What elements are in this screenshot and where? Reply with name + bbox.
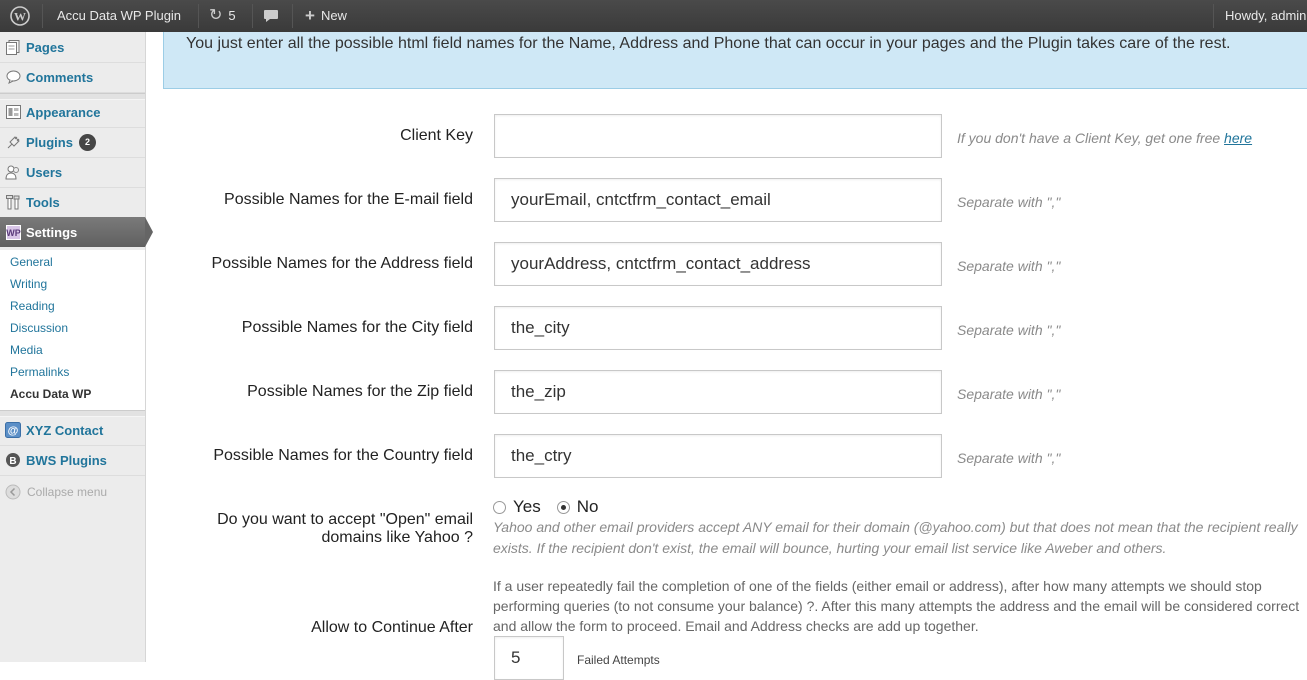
new-content-link[interactable]: + New [305, 0, 347, 32]
comments-bubble-icon[interactable] [263, 0, 279, 32]
submenu-general[interactable]: General [10, 255, 53, 269]
country-names-input[interactable] [494, 434, 942, 478]
settings-icon: WP [5, 224, 21, 240]
tools-icon [5, 194, 21, 210]
zip-field-label: Possible Names for the Zip field [247, 383, 473, 400]
comments-icon [5, 69, 21, 85]
pages-icon [5, 39, 21, 55]
updates-icon: ↻ [209, 7, 223, 24]
current-menu-arrow [145, 217, 153, 247]
zip-separator-hint: Separate with "," [957, 386, 1061, 402]
open-email-radio-group: Yes No [493, 497, 598, 517]
country-field-label: Possible Names for the Country field [213, 447, 473, 464]
wordpress-logo-icon[interactable]: W [10, 0, 30, 32]
bws-icon: B [5, 452, 21, 468]
menu-item-appearance[interactable]: Appearance [0, 97, 145, 128]
open-email-desc-line1: Yahoo and other email providers accept A… [493, 519, 1298, 535]
menu-label-xyz-contact: XYZ Contact [26, 422, 104, 438]
submenu-permalinks[interactable]: Permalinks [10, 365, 69, 379]
info-notice: You just enter all the possible html fie… [163, 32, 1307, 89]
open-email-no-label[interactable]: No [577, 497, 599, 517]
menu-label-pages: Pages [26, 39, 65, 55]
continue-desc-line3: and allow the form to proceed. Email and… [493, 618, 979, 634]
address-names-input[interactable] [494, 242, 942, 286]
admin-sidebar: Pages Comments Appearance Plugins 2 User… [0, 32, 153, 662]
submenu-accu-data-wp[interactable]: Accu Data WP [10, 387, 91, 401]
continue-after-label: Allow to Continue After [311, 619, 473, 636]
appearance-icon [5, 104, 21, 120]
new-label: New [320, 8, 347, 23]
open-email-description: Yahoo and other email providers accept A… [493, 517, 1307, 559]
howdy-account-link[interactable]: Howdy, admin [1225, 0, 1306, 32]
open-email-label: Do you want to accept "Open" email domai… [217, 511, 473, 547]
submenu-media[interactable]: Media [10, 343, 43, 357]
city-field-label: Possible Names for the City field [241, 319, 473, 336]
site-name-link[interactable]: Accu Data WP Plugin [57, 0, 181, 32]
open-email-label-line2: domains like Yahoo ? [321, 529, 473, 546]
menu-label-appearance: Appearance [26, 104, 101, 120]
continue-after-description: If a user repeatedly fail the completion… [493, 576, 1307, 636]
zip-names-input[interactable] [494, 370, 942, 414]
menu-item-pages[interactable]: Pages [0, 32, 145, 63]
svg-text:WP: WP [6, 228, 21, 238]
plugins-icon [5, 134, 21, 150]
client-key-hint-text: If you don't have a Client Key, get one … [957, 130, 1225, 146]
contact-icon: @ [5, 422, 21, 438]
get-client-key-link[interactable]: here [1224, 130, 1252, 146]
users-icon [5, 164, 21, 180]
svg-text:W: W [14, 10, 26, 24]
menu-item-comments[interactable]: Comments [0, 62, 145, 93]
email-field-label: Possible Names for the E-mail field [224, 191, 473, 208]
settings-submenu: General Writing Reading Discussion Media… [0, 250, 145, 411]
menu-label-users: Users [26, 164, 63, 180]
submenu-discussion[interactable]: Discussion [10, 321, 68, 335]
updates-link[interactable]: ↻ 5 [209, 0, 236, 32]
continue-desc-line2: performing queries (to not consume your … [493, 598, 1300, 614]
client-key-hint: If you don't have a Client Key, get one … [957, 130, 1252, 146]
email-names-input[interactable] [494, 178, 942, 222]
menu-item-settings[interactable]: WP Settings [0, 217, 153, 247]
svg-text:@: @ [8, 425, 19, 437]
updates-count: 5 [228, 8, 236, 23]
open-email-desc-line2: exists. If the recipient don't exist, th… [493, 540, 1167, 556]
menu-item-xyz-contact[interactable]: @ XYZ Contact [0, 415, 145, 446]
menu-label-tools: Tools [26, 194, 60, 210]
submenu-reading[interactable]: Reading [10, 299, 55, 313]
menu-item-plugins[interactable]: Plugins 2 [0, 127, 145, 158]
menu-label-plugins: Plugins [26, 134, 73, 150]
collapse-menu-button[interactable]: Collapse menu [5, 484, 107, 500]
open-email-label-line1: Do you want to accept "Open" email [217, 511, 473, 528]
failed-attempts-suffix: Failed Attempts [577, 653, 660, 667]
city-names-input[interactable] [494, 306, 942, 350]
city-separator-hint: Separate with "," [957, 322, 1061, 338]
failed-attempts-input[interactable] [494, 636, 564, 680]
open-email-yes-radio[interactable] [493, 500, 506, 514]
open-email-no-radio[interactable] [556, 500, 570, 514]
client-key-label: Client Key [400, 127, 473, 144]
admin-bar: W Accu Data WP Plugin ↻ 5 + New Howdy, a… [0, 0, 1307, 32]
address-separator-hint: Separate with "," [957, 258, 1061, 274]
plugins-update-badge: 2 [78, 133, 96, 151]
collapse-arrow-icon [5, 484, 21, 500]
address-field-label: Possible Names for the Address field [211, 255, 473, 272]
menu-label-comments: Comments [26, 69, 94, 85]
menu-item-tools[interactable]: Tools [0, 187, 145, 218]
email-separator-hint: Separate with "," [957, 194, 1061, 210]
menu-item-users[interactable]: Users [0, 157, 145, 188]
plus-icon: + [305, 6, 315, 25]
open-email-yes-label[interactable]: Yes [513, 497, 541, 517]
submenu-writing[interactable]: Writing [10, 277, 47, 291]
info-text: You just enter all the possible html fie… [186, 35, 1231, 52]
country-separator-hint: Separate with "," [957, 450, 1061, 466]
collapse-menu-label: Collapse menu [27, 485, 108, 499]
continue-desc-line1: If a user repeatedly fail the completion… [493, 578, 1262, 594]
menu-label-settings: Settings [26, 224, 78, 240]
menu-item-bws-plugins[interactable]: B BWS Plugins [0, 445, 145, 476]
svg-text:B: B [9, 456, 16, 467]
client-key-input[interactable] [494, 114, 942, 158]
menu-label-bws-plugins: BWS Plugins [26, 452, 107, 468]
